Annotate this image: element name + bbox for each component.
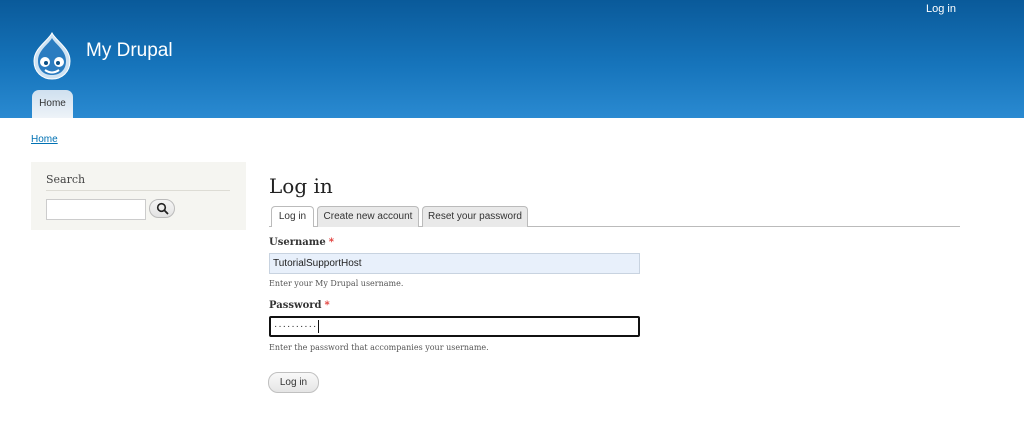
password-label: Password * [269, 300, 330, 311]
username-description: Enter your My Drupal username. [269, 279, 404, 288]
username-label: Username * [269, 237, 334, 248]
username-label-text: Username [269, 237, 326, 248]
tab-log-in[interactable]: Log in [271, 206, 314, 227]
required-marker: * [328, 237, 334, 248]
site-name[interactable]: My Drupal [86, 40, 173, 62]
login-submit-button[interactable]: Log in [268, 372, 319, 393]
username-field[interactable]: TutorialSupportHost [269, 253, 640, 274]
breadcrumb-home[interactable]: Home [31, 134, 58, 145]
main-menu-home[interactable]: Home [32, 90, 73, 118]
password-label-text: Password [269, 300, 322, 311]
required-marker: * [324, 300, 330, 311]
sidebar-search-block: Search [31, 162, 246, 230]
search-button[interactable] [149, 199, 175, 218]
site-header: Log in My Drupal Home [0, 0, 1024, 118]
divider [46, 190, 230, 191]
password-field[interactable]: ·········· [269, 316, 640, 337]
drupal-logo-icon[interactable] [30, 32, 74, 80]
login-link[interactable]: Log in [926, 3, 956, 15]
search-icon [156, 202, 169, 215]
tab-reset-password[interactable]: Reset your password [422, 206, 528, 227]
password-description: Enter the password that accompanies your… [269, 343, 489, 352]
password-masked-value: ·········· [274, 321, 318, 332]
search-input[interactable] [46, 199, 146, 220]
tab-create-new-account[interactable]: Create new account [317, 206, 419, 227]
text-cursor [318, 319, 320, 333]
search-block-title: Search [46, 173, 86, 186]
page-title: Log in [269, 174, 333, 198]
